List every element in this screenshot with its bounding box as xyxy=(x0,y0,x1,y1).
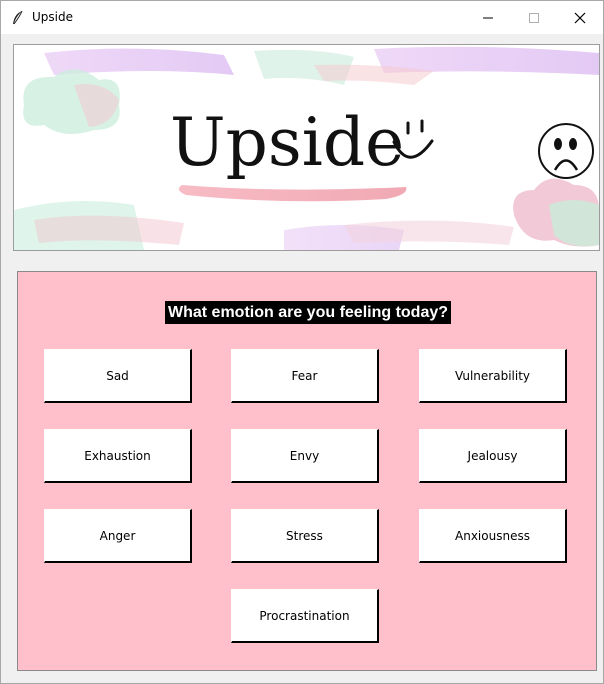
feather-icon xyxy=(13,10,23,25)
app-window: Upside Upside What emotion are you feeli… xyxy=(0,0,604,684)
sad-face-icon xyxy=(538,123,594,179)
emotion-button-vulnerability[interactable]: Vulnerability xyxy=(419,349,567,403)
question-label: What emotion are you feeling today? xyxy=(165,301,452,324)
emotion-button-stress[interactable]: Stress xyxy=(231,509,379,563)
minimize-button[interactable] xyxy=(465,1,511,34)
emotion-button-envy[interactable]: Envy xyxy=(231,429,379,483)
minimize-icon xyxy=(483,17,493,19)
emotion-button-anxiousness[interactable]: Anxiousness xyxy=(419,509,567,563)
emotion-button-jealousy[interactable]: Jealousy xyxy=(419,429,567,483)
logo-text: Upside xyxy=(170,104,404,181)
maximize-icon xyxy=(529,13,539,23)
emotion-panel: What emotion are you feeling today? Sad … xyxy=(17,271,597,671)
banner-image: Upside xyxy=(13,44,600,251)
maximize-button[interactable] xyxy=(511,1,557,34)
title-bar[interactable]: Upside xyxy=(1,1,603,34)
emotion-button-fear[interactable]: Fear xyxy=(231,349,379,403)
close-icon xyxy=(574,12,586,24)
emotion-button-anger[interactable]: Anger xyxy=(44,509,192,563)
emotion-button-exhaustion[interactable]: Exhaustion xyxy=(44,429,192,483)
window-title: Upside xyxy=(32,10,73,24)
emotion-button-sad[interactable]: Sad xyxy=(44,349,192,403)
close-button[interactable] xyxy=(557,1,603,34)
emotion-button-procrastination[interactable]: Procrastination xyxy=(231,589,379,643)
